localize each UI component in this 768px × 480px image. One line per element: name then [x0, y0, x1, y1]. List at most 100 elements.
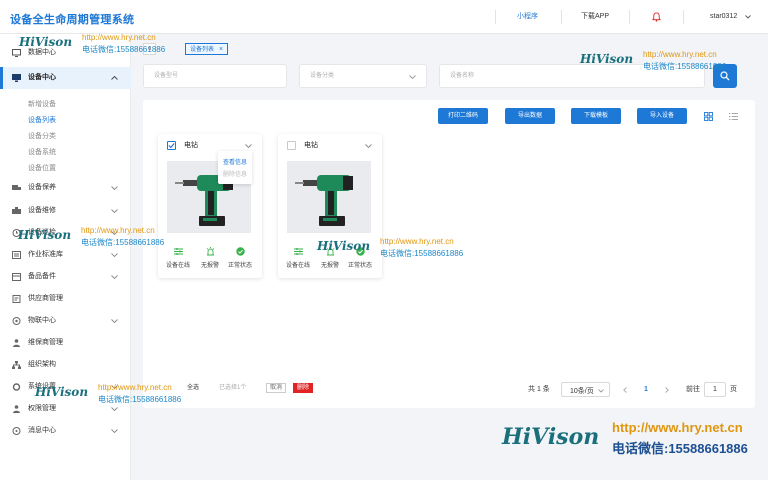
goto-label: 前往	[686, 386, 700, 393]
grid-view-icon[interactable]	[704, 112, 713, 121]
sidebar-item-device-center[interactable]: 设备中心	[0, 67, 131, 89]
device-name: 电钻	[304, 142, 318, 149]
divider	[561, 10, 562, 24]
selected-count: 已选择1个	[219, 385, 247, 391]
chevron-down-icon	[111, 275, 118, 279]
tab-device-list[interactable]: 设备列表 ×	[185, 43, 229, 55]
divider	[495, 10, 496, 24]
chevron-down-icon	[111, 319, 118, 323]
drill-image	[295, 175, 353, 226]
page-suffix: 页	[730, 386, 737, 393]
nav-mini-program[interactable]: 小程序	[517, 0, 538, 34]
chevron-right-icon[interactable]	[665, 387, 669, 393]
print-qr-button[interactable]: 打印二维码	[438, 108, 488, 124]
bell-icon[interactable]	[652, 12, 661, 22]
view-info-menu-item[interactable]: 查看信息	[223, 157, 247, 166]
chevron-down-icon	[111, 407, 118, 411]
watermark-logo: HiVison	[19, 35, 73, 49]
sidebar-item-label: 维保商管理	[28, 339, 63, 346]
sidebar-subitem-device-list[interactable]: 设备列表	[28, 116, 56, 126]
tab-label: 设备列表	[190, 47, 215, 53]
sidebar-item-spare-parts[interactable]: 备品备件	[0, 266, 131, 288]
card-checkbox[interactable]	[167, 141, 176, 150]
sidebar-subitem-device-system[interactable]: 设备系统	[28, 148, 56, 158]
device-image	[287, 161, 371, 233]
status-label: 正常状态	[227, 263, 252, 269]
sidebar-item-label: 设备维修	[28, 207, 56, 214]
device-model-field[interactable]	[143, 64, 287, 88]
chevron-down-icon	[111, 209, 118, 213]
status-online: 设备在线	[163, 247, 193, 269]
total-count: 共 1 条	[528, 386, 550, 393]
export-button[interactable]: 导出数据	[505, 108, 555, 124]
watermark-logo: HiVison	[35, 385, 89, 399]
user-name[interactable]: star0312	[710, 0, 737, 34]
gear-icon	[12, 317, 21, 325]
sliders-icon	[173, 248, 183, 255]
org-chart-icon	[12, 361, 21, 369]
delete-info-menu-item[interactable]: 删除信息	[223, 169, 247, 178]
current-page[interactable]: 1	[644, 386, 648, 394]
dashboard-icon	[12, 49, 21, 57]
close-icon[interactable]: ×	[219, 46, 223, 53]
sidebar-item-messages[interactable]: 消息中心	[0, 420, 131, 442]
device-category-field[interactable]	[299, 64, 427, 88]
chevron-down-icon[interactable]	[245, 144, 252, 148]
watermark-url: http://www.hry.net.cn	[380, 237, 454, 246]
page-size-select[interactable]: 10条/页	[561, 382, 610, 397]
chevron-up-icon	[111, 76, 118, 80]
chevron-down-icon	[598, 389, 604, 393]
message-icon	[12, 427, 21, 435]
sidebar-item-maintenance[interactable]: 设备保养	[0, 177, 131, 199]
sidebar-item-label: 设备保养	[28, 184, 56, 191]
sidebar-item-label: 权限管理	[28, 405, 56, 412]
page-size-value: 10条/页	[570, 388, 594, 395]
search-icon	[720, 71, 730, 81]
sidebar-item-service-providers[interactable]: 维保商管理	[0, 332, 131, 354]
chevron-left-icon[interactable]	[623, 387, 627, 393]
sidebar-item-organization[interactable]: 组织架构	[0, 354, 131, 376]
document-icon	[12, 295, 21, 303]
monitor-icon	[12, 74, 21, 82]
watermark-logo: HiVison	[580, 52, 634, 66]
sidebar-item-label: 备品备件	[28, 273, 56, 280]
sidebar-item-iot[interactable]: 物联中心	[0, 310, 131, 332]
device-card[interactable]: 电钻 设备在线 无报警 正常状态	[278, 134, 382, 278]
sidebar-item-suppliers[interactable]: 供应商管理	[0, 288, 131, 310]
watermark-url: http://www.hry.net.cn	[612, 420, 743, 435]
status-label: 设备在线	[285, 263, 310, 269]
sidebar-subitem-device-location[interactable]: 设备位置	[28, 164, 56, 174]
divider	[629, 10, 630, 24]
top-bar: 设备全生命周期管理系统 小程序 下载APP star0312	[0, 0, 768, 34]
watermark-tel: 电话微信:15588661886	[81, 238, 165, 247]
user-icon	[13, 405, 20, 413]
chevron-down-icon	[111, 253, 118, 257]
import-button[interactable]: 导入设备	[637, 108, 687, 124]
status-label: 正常状态	[347, 263, 372, 269]
watermark-tel: 电话微信:15588661886	[82, 45, 166, 54]
status-online: 设备在线	[283, 247, 313, 269]
sidebar-item-label: 作业标准库	[28, 251, 63, 258]
cancel-button[interactable]: 取消	[266, 383, 287, 393]
download-template-button[interactable]: 下载模板	[571, 108, 621, 124]
nav-download-app[interactable]: 下载APP	[581, 0, 609, 34]
sidebar-subitem-device-category[interactable]: 设备分类	[28, 132, 56, 142]
chevron-down-icon[interactable]	[365, 144, 372, 148]
sidebar-subitem-add-device[interactable]: 新增设备	[28, 100, 56, 110]
status-label: 无报警	[320, 263, 339, 269]
goto-page-input[interactable]: 1	[704, 382, 726, 397]
sidebar-item-repair[interactable]: 设备维修	[0, 200, 131, 222]
device-model-input[interactable]	[144, 65, 286, 87]
card-checkbox[interactable]	[287, 141, 296, 150]
watermark-tel: 电话微信:15588661886	[612, 441, 748, 456]
app-title: 设备全生命周期管理系统	[10, 14, 135, 26]
status-normal: 正常状态	[225, 247, 255, 269]
check-icon	[168, 143, 175, 149]
select-all-button[interactable]: 全选	[187, 384, 199, 392]
people-icon	[13, 339, 20, 347]
device-category-select[interactable]	[300, 65, 426, 87]
chevron-down-icon[interactable]	[745, 15, 751, 19]
list-view-icon[interactable]	[729, 112, 738, 121]
delete-button[interactable]: 删除	[293, 383, 314, 393]
watermark-tel: 电话微信:15588661886	[380, 249, 464, 258]
